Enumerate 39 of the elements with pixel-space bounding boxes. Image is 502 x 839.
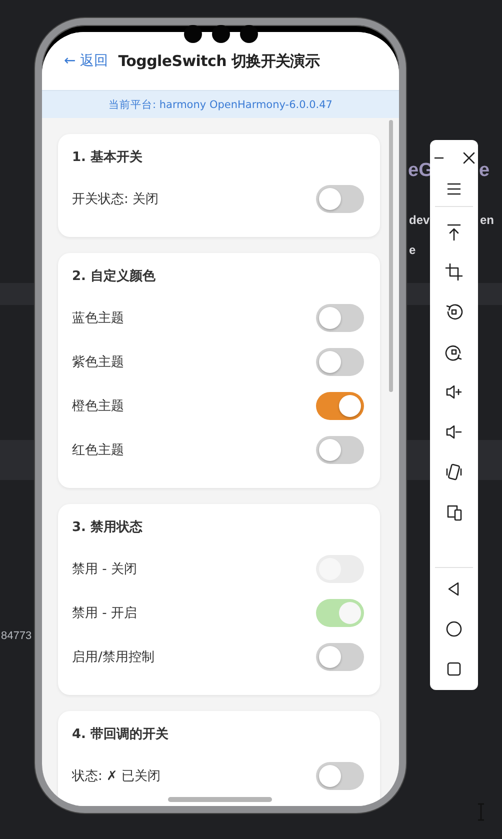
background-text: dev [409,213,430,227]
section-title: 2. 自定义颜色 [72,268,157,286]
toggle-switch[interactable] [316,304,364,332]
rotate-left-icon[interactable] [445,303,463,321]
device-switch-icon[interactable] [445,503,463,521]
background-text: e [409,243,416,257]
section-title: 4. 带回调的开关 [72,726,170,744]
toggle-switch[interactable] [316,348,364,376]
switch-label: 紫色主题 [72,354,124,371]
switch-label: 橙色主题 [72,398,124,415]
volume-up-icon[interactable] [445,383,463,401]
switch-label: 红色主题 [72,442,124,459]
background-text: en [480,213,494,227]
switch-label: 启用/禁用控制 [72,649,154,666]
switch-label: 状态: ✗ 已关闭 [72,768,161,785]
switch-label: 禁用 - 关闭 [72,561,137,578]
page-title: ToggleSwitch 切换开关演示 [118,52,320,70]
crop-icon[interactable] [445,263,463,281]
arrow-up-bar-icon[interactable] [445,223,463,241]
volume-down-icon[interactable] [445,423,463,441]
platform-banner: 当前平台: harmony OpenHarmony-6.0.0.47 [42,90,399,118]
toggle-switch[interactable] [316,643,364,671]
phone-shake-icon[interactable] [445,463,463,481]
toggle-switch[interactable] [316,762,364,790]
switch-label: 禁用 - 开启 [72,605,137,622]
section-title: 1. 基本开关 [72,148,144,167]
rotate-right-icon[interactable] [445,343,463,361]
switch-label: 蓝色主题 [72,310,124,327]
square-icon[interactable] [445,660,463,678]
section-title: 3. 禁用状态 [72,519,144,537]
background-text: 84773 [1,630,32,642]
background-text: e [479,160,490,182]
toggle-switch[interactable] [316,392,364,420]
toggle-switch[interactable] [316,436,364,464]
switch-label: 开关状态: 关闭 [72,191,159,208]
back-link[interactable]: ← 返回 [64,52,108,70]
toggle-switch[interactable] [316,185,364,213]
scrollbar[interactable] [389,120,393,392]
home-circle-icon[interactable] [445,620,463,638]
